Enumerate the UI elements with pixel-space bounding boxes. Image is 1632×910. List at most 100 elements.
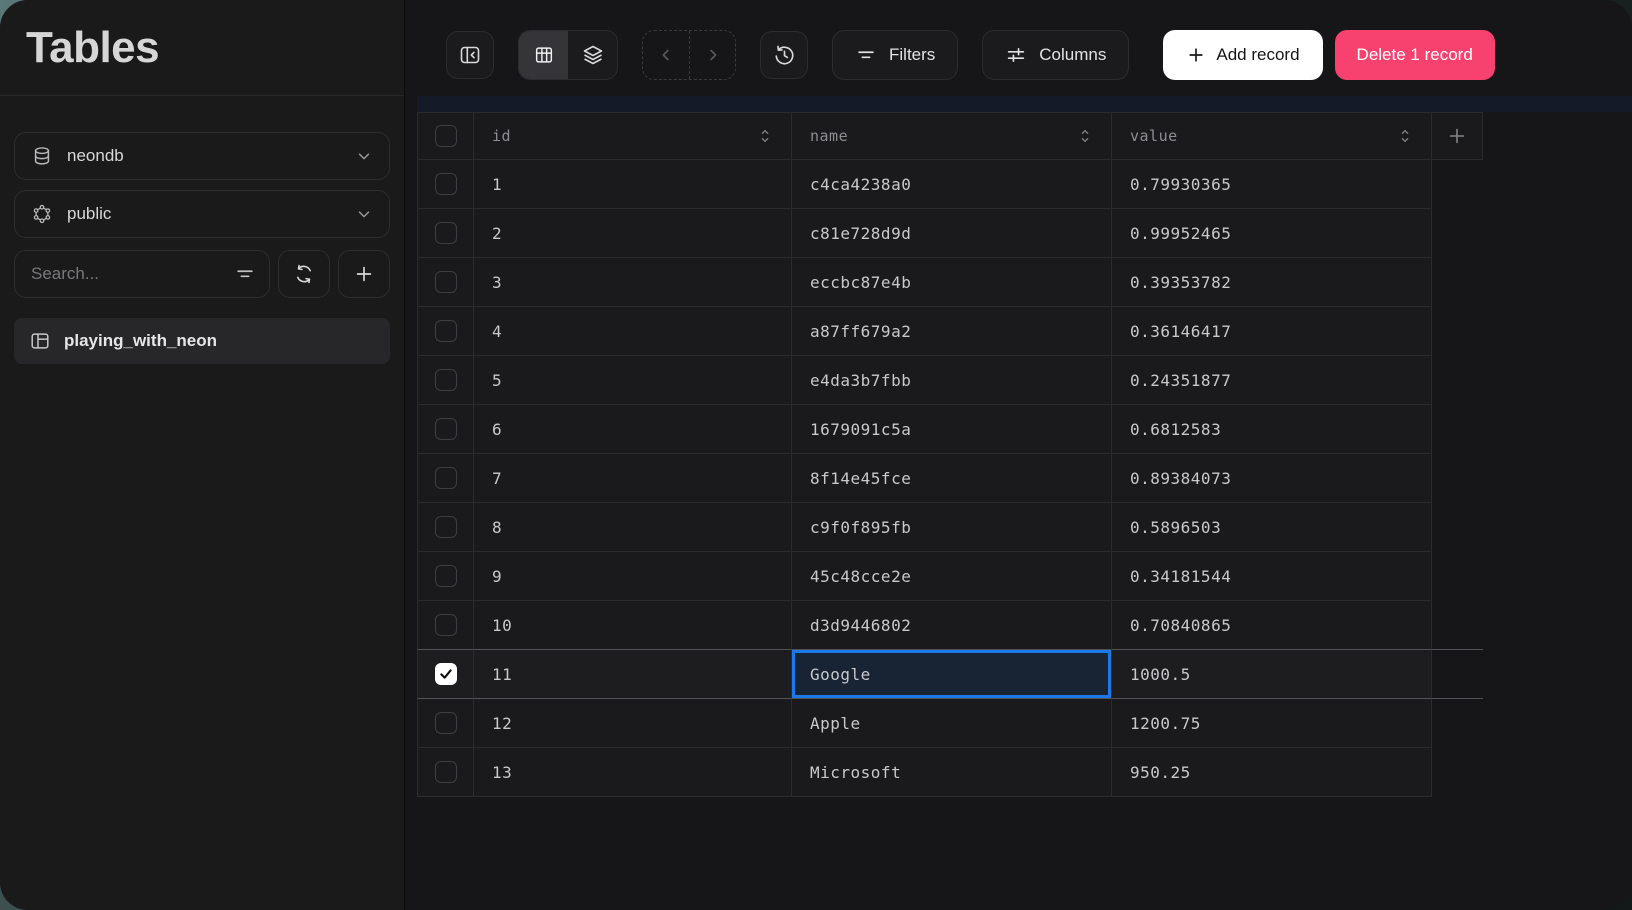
row-value-cell[interactable]: 0.79930365 bbox=[1112, 160, 1432, 209]
row-id-cell[interactable]: 4 bbox=[474, 307, 792, 356]
row-value-cell[interactable]: 0.6812583 bbox=[1112, 405, 1432, 454]
row-name-cell[interactable]: c9f0f895fb bbox=[792, 503, 1112, 552]
sort-chevrons-icon[interactable] bbox=[757, 127, 773, 145]
refresh-tables-button[interactable] bbox=[278, 250, 330, 298]
column-header-id[interactable]: id bbox=[474, 112, 792, 160]
collapse-sidebar-button[interactable] bbox=[446, 31, 494, 79]
row-id-cell[interactable]: 10 bbox=[474, 601, 792, 650]
row-select-cell[interactable] bbox=[417, 209, 474, 258]
row-value-cell[interactable]: 0.99952465 bbox=[1112, 209, 1432, 258]
row-checkbox[interactable] bbox=[435, 516, 457, 538]
delete-record-button[interactable]: Delete 1 record bbox=[1335, 30, 1495, 80]
row-value-cell[interactable]: 1200.75 bbox=[1112, 699, 1432, 748]
row-value-cell[interactable]: 0.89384073 bbox=[1112, 454, 1432, 503]
history-button[interactable] bbox=[760, 31, 808, 79]
row-select-cell[interactable] bbox=[417, 160, 474, 209]
row-checkbox[interactable] bbox=[435, 369, 457, 391]
row-id-cell[interactable]: 9 bbox=[474, 552, 792, 601]
row-select-cell[interactable] bbox=[417, 503, 474, 552]
row-checkbox[interactable] bbox=[435, 467, 457, 489]
row-checkbox[interactable] bbox=[435, 712, 457, 734]
sort-chevrons-icon[interactable] bbox=[1077, 127, 1093, 145]
layers-view-button[interactable] bbox=[568, 31, 617, 79]
sort-chevrons-icon[interactable] bbox=[1397, 127, 1413, 145]
column-header-name[interactable]: name bbox=[792, 112, 1112, 160]
sliders-icon bbox=[1005, 44, 1027, 66]
row-checkbox[interactable] bbox=[435, 565, 457, 587]
row-select-cell[interactable] bbox=[417, 748, 474, 797]
row-id-cell[interactable]: 2 bbox=[474, 209, 792, 258]
row-extra-cell bbox=[1432, 699, 1483, 748]
row-select-cell[interactable] bbox=[417, 307, 474, 356]
row-checkbox[interactable] bbox=[435, 614, 457, 636]
row-value-cell[interactable]: 0.39353782 bbox=[1112, 258, 1432, 307]
row-name-cell[interactable]: a87ff679a2 bbox=[792, 307, 1112, 356]
row-name-cell[interactable]: 1679091c5a bbox=[792, 405, 1112, 454]
row-checkbox[interactable] bbox=[435, 222, 457, 244]
database-selector[interactable]: neondb bbox=[14, 132, 390, 180]
add-table-button[interactable] bbox=[338, 250, 390, 298]
row-id-cell[interactable]: 6 bbox=[474, 405, 792, 454]
search-input[interactable] bbox=[14, 250, 270, 298]
row-value-cell[interactable]: 0.34181544 bbox=[1112, 552, 1432, 601]
row-extra-cell bbox=[1432, 258, 1483, 307]
row-value-cell[interactable]: 0.24351877 bbox=[1112, 356, 1432, 405]
row-name-cell[interactable]: e4da3b7fbb bbox=[792, 356, 1112, 405]
search-row bbox=[14, 250, 390, 298]
row-checkbox[interactable] bbox=[435, 663, 457, 685]
prev-page-button[interactable] bbox=[643, 31, 689, 79]
row-select-cell[interactable] bbox=[417, 454, 474, 503]
table-row: 12 Apple 1200.75 bbox=[417, 699, 1483, 748]
row-select-cell[interactable] bbox=[417, 699, 474, 748]
row-select-cell[interactable] bbox=[417, 405, 474, 454]
row-name-cell[interactable]: 8f14e45fce bbox=[792, 454, 1112, 503]
next-page-button[interactable] bbox=[689, 31, 735, 79]
filters-button[interactable]: Filters bbox=[832, 30, 958, 80]
row-id-cell[interactable]: 13 bbox=[474, 748, 792, 797]
select-all-checkbox[interactable] bbox=[435, 125, 457, 147]
row-checkbox[interactable] bbox=[435, 320, 457, 342]
row-name-cell[interactable]: Apple bbox=[792, 699, 1112, 748]
select-all-cell[interactable] bbox=[417, 112, 474, 160]
schema-selector[interactable]: public bbox=[14, 190, 390, 238]
row-extra-cell bbox=[1432, 503, 1483, 552]
columns-button[interactable]: Columns bbox=[982, 30, 1129, 80]
row-name-cell[interactable]: Microsoft bbox=[792, 748, 1112, 797]
row-extra-cell bbox=[1432, 160, 1483, 209]
row-id-cell[interactable]: 1 bbox=[474, 160, 792, 209]
row-name-cell[interactable]: d3d9446802 bbox=[792, 601, 1112, 650]
row-select-cell[interactable] bbox=[417, 258, 474, 307]
row-select-cell[interactable] bbox=[417, 552, 474, 601]
row-checkbox[interactable] bbox=[435, 761, 457, 783]
add-record-label: Add record bbox=[1216, 45, 1299, 65]
column-header-value[interactable]: value bbox=[1112, 112, 1432, 160]
row-extra-cell bbox=[1432, 405, 1483, 454]
row-value-cell[interactable]: 1000.5 bbox=[1112, 650, 1432, 699]
row-checkbox[interactable] bbox=[435, 418, 457, 440]
add-column-button[interactable] bbox=[1432, 112, 1483, 160]
row-id-cell[interactable]: 11 bbox=[474, 650, 792, 699]
row-name-cell[interactable]: 45c48cce2e bbox=[792, 552, 1112, 601]
row-value-cell[interactable]: 0.36146417 bbox=[1112, 307, 1432, 356]
row-name-cell[interactable]: eccbc87e4b bbox=[792, 258, 1112, 307]
row-name-cell[interactable]: c81e728d9d bbox=[792, 209, 1112, 258]
row-id-cell[interactable]: 3 bbox=[474, 258, 792, 307]
row-select-cell[interactable] bbox=[417, 356, 474, 405]
row-value-cell[interactable]: 0.70840865 bbox=[1112, 601, 1432, 650]
row-id-cell[interactable]: 5 bbox=[474, 356, 792, 405]
row-name-cell[interactable]: c4ca4238a0 bbox=[792, 160, 1112, 209]
row-id-cell[interactable]: 8 bbox=[474, 503, 792, 552]
row-value-cell[interactable]: 950.25 bbox=[1112, 748, 1432, 797]
sidebar-header: Tables bbox=[0, 0, 404, 96]
row-select-cell[interactable] bbox=[417, 650, 474, 699]
row-name-cell[interactable]: Google bbox=[792, 650, 1112, 699]
add-record-button[interactable]: Add record bbox=[1163, 30, 1322, 80]
row-id-cell[interactable]: 7 bbox=[474, 454, 792, 503]
row-select-cell[interactable] bbox=[417, 601, 474, 650]
sidebar-item-playing-with-neon[interactable]: playing_with_neon bbox=[14, 318, 390, 364]
row-id-cell[interactable]: 12 bbox=[474, 699, 792, 748]
row-checkbox[interactable] bbox=[435, 173, 457, 195]
row-checkbox[interactable] bbox=[435, 271, 457, 293]
row-value-cell[interactable]: 0.5896503 bbox=[1112, 503, 1432, 552]
grid-view-button[interactable] bbox=[519, 31, 568, 79]
